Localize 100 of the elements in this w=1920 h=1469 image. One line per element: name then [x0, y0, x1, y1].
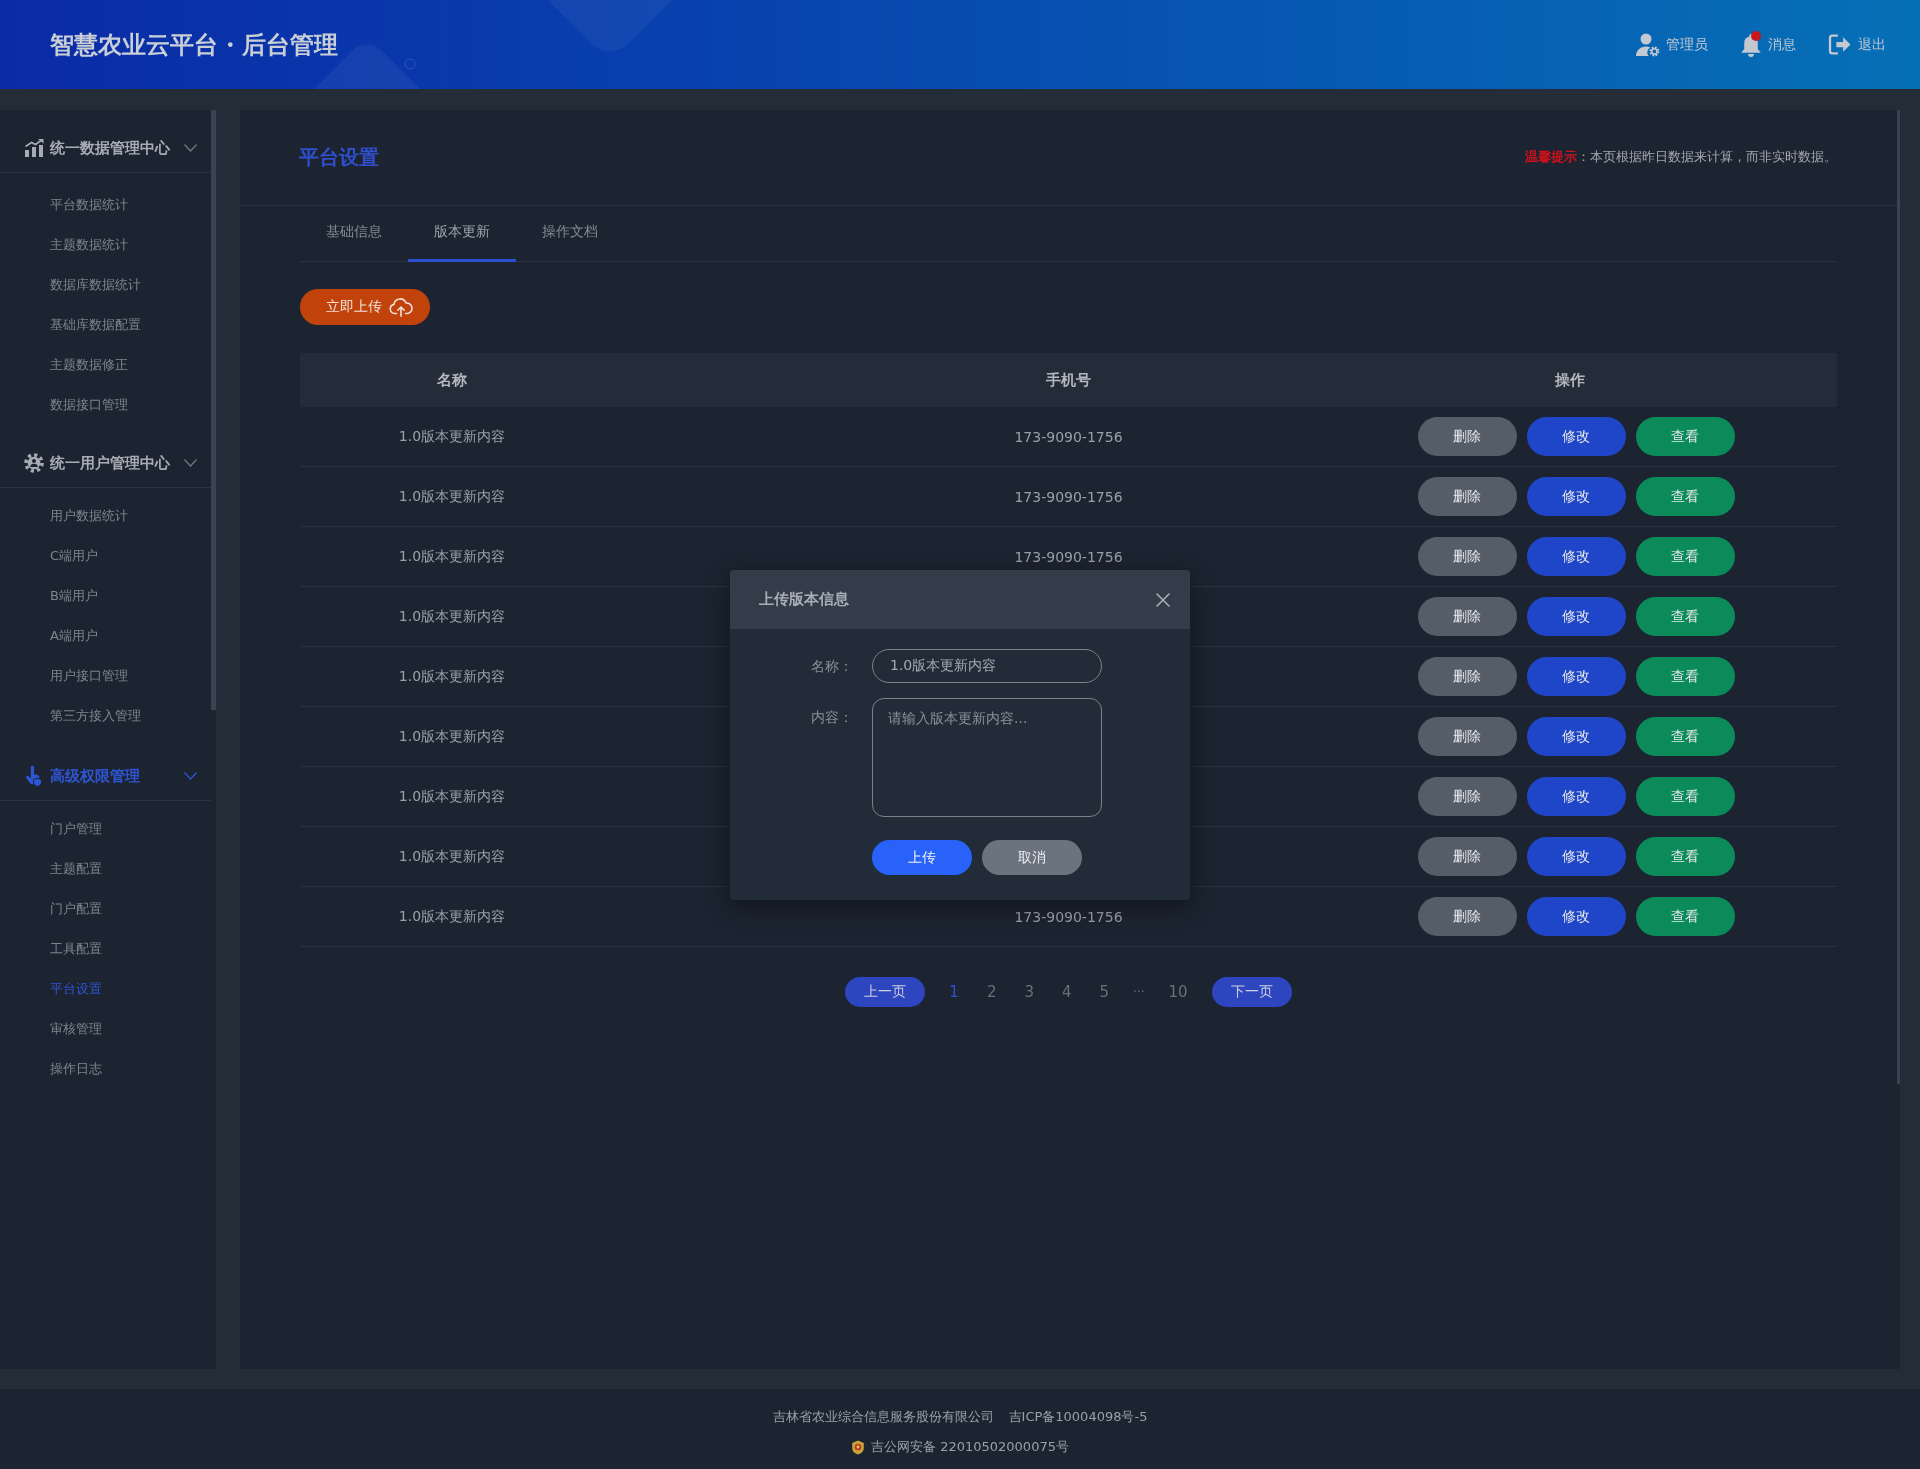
table-cell-text: 1.0版本更新内容: [397, 607, 507, 626]
user-gear-icon: [1636, 32, 1660, 57]
edit-button[interactable]: 修改: [1526, 537, 1626, 576]
tab[interactable]: 操作文档: [516, 206, 624, 262]
page-link[interactable]: 5: [1095, 983, 1114, 1001]
notice-text: 温馨提示：本页根据昨日数据来计算，而非实时数据。: [1525, 149, 1837, 166]
view-button[interactable]: 查看: [1635, 597, 1735, 636]
column-header: 操作: [1554, 370, 1586, 390]
page-link[interactable]: 1: [945, 983, 963, 1001]
column-header: 名称: [436, 370, 468, 390]
field-label: 内容：: [811, 708, 853, 727]
previous-page-button[interactable]: 上一页: [845, 977, 926, 1007]
column-header: 手机号: [1045, 370, 1092, 390]
sidebar-item[interactable]: 用户数据统计: [0, 496, 211, 536]
table-cell-text: 173-9090-1756: [1013, 908, 1124, 925]
page-link[interactable]: 10: [1164, 983, 1192, 1001]
view-button[interactable]: 查看: [1635, 477, 1735, 516]
sidebar-item[interactable]: 主题数据修正: [0, 345, 211, 385]
sidebar-item[interactable]: A端用户: [0, 616, 211, 656]
sidebar-item[interactable]: C端用户: [0, 536, 211, 576]
table-cell-text: 173-9090-1756: [1013, 548, 1124, 565]
close-button[interactable]: [1154, 590, 1172, 609]
view-button[interactable]: 查看: [1635, 417, 1735, 456]
chart-icon: [24, 139, 44, 157]
icp-record: 吉ICP备10004098号-5: [1008, 1408, 1148, 1426]
sidebar-item[interactable]: 主题配置: [0, 849, 211, 889]
next-page-button[interactable]: 下一页: [1211, 977, 1292, 1007]
sidebar-item[interactable]: 数据库数据统计: [0, 265, 211, 305]
delete-button[interactable]: 删除: [1417, 597, 1517, 636]
edit-button[interactable]: 修改: [1526, 717, 1626, 756]
table-cell-text: 1.0版本更新内容: [397, 487, 507, 506]
logout-icon: [1828, 34, 1852, 55]
view-button[interactable]: 查看: [1635, 657, 1735, 696]
pagination-ellipsis: ···: [1133, 985, 1145, 999]
sidebar-group[interactable]: 统一用户管理中心: [0, 439, 211, 488]
table-cell-text: 1.0版本更新内容: [397, 667, 507, 686]
cloud-upload-icon: [389, 297, 413, 317]
delete-button[interactable]: 删除: [1417, 537, 1517, 576]
police-record: 吉公网安备 22010502000075号: [871, 1438, 1069, 1456]
edit-button[interactable]: 修改: [1526, 657, 1626, 696]
edit-button[interactable]: 修改: [1526, 597, 1626, 636]
table-cell-text: 173-9090-1756: [1013, 488, 1124, 505]
edit-button[interactable]: 修改: [1526, 777, 1626, 816]
delete-button[interactable]: 删除: [1417, 657, 1517, 696]
page-title: 平台设置: [299, 144, 379, 171]
app-title: 智慧农业云平台・后台管理: [50, 29, 338, 61]
table-cell-text: 173-9090-1756: [1013, 428, 1124, 445]
tab[interactable]: 版本更新: [408, 206, 516, 262]
edit-button[interactable]: 修改: [1526, 897, 1626, 936]
sidebar-item[interactable]: 第三方接入管理: [0, 696, 211, 736]
emblem-icon: [851, 1439, 866, 1455]
sidebar-item[interactable]: 基础库数据配置: [0, 305, 211, 345]
delete-button[interactable]: 删除: [1417, 777, 1517, 816]
view-button[interactable]: 查看: [1635, 777, 1735, 816]
page-link[interactable]: 3: [1020, 983, 1038, 1001]
sidebar-item[interactable]: 审核管理: [0, 1009, 211, 1049]
pointer-hand-icon: [25, 765, 43, 787]
account-button[interactable]: 管理员: [1636, 32, 1708, 57]
sidebar-item[interactable]: 主题数据统计: [0, 225, 211, 265]
modal-title: 上传版本信息: [759, 590, 849, 609]
logout-button[interactable]: 退出: [1828, 34, 1886, 55]
view-button[interactable]: 查看: [1635, 837, 1735, 876]
page-link[interactable]: 2: [982, 983, 1001, 1001]
edit-button[interactable]: 修改: [1526, 417, 1626, 456]
gear-icon: [24, 453, 44, 473]
company-name: 吉林省农业综合信息服务股份有限公司: [772, 1408, 994, 1426]
view-button[interactable]: 查看: [1635, 537, 1735, 576]
close-icon: [1156, 592, 1170, 607]
messages-button[interactable]: 消息: [1740, 32, 1796, 57]
sidebar-item[interactable]: B端用户: [0, 576, 211, 616]
cancel-button[interactable]: 取消: [982, 840, 1082, 875]
sidebar-item[interactable]: 门户管理: [0, 809, 211, 849]
sidebar-item[interactable]: 操作日志: [0, 1049, 211, 1089]
sidebar-group[interactable]: 高级权限管理: [0, 752, 211, 801]
edit-button[interactable]: 修改: [1526, 837, 1626, 876]
sidebar-item[interactable]: 用户接口管理: [0, 656, 211, 696]
sidebar-item[interactable]: 工具配置: [0, 929, 211, 969]
view-button[interactable]: 查看: [1635, 897, 1735, 936]
name-input[interactable]: 1.0版本更新内容: [872, 649, 1102, 683]
delete-button[interactable]: 删除: [1417, 717, 1517, 756]
table-cell-text: 1.0版本更新内容: [397, 547, 507, 566]
delete-button[interactable]: 删除: [1417, 837, 1517, 876]
sidebar-item[interactable]: 平台设置: [0, 969, 211, 1009]
page-link[interactable]: 4: [1058, 983, 1076, 1001]
table-cell-text: 1.0版本更新内容: [397, 787, 507, 806]
sidebar-item[interactable]: 门户配置: [0, 889, 211, 929]
submit-button[interactable]: 上传: [872, 840, 972, 875]
table-cell-text: 1.0版本更新内容: [397, 427, 507, 446]
content-textarea[interactable]: 请输入版本更新内容...: [872, 698, 1102, 817]
delete-button[interactable]: 删除: [1417, 417, 1517, 456]
sidebar-item[interactable]: 数据接口管理: [0, 385, 211, 425]
upload-button[interactable]: 立即上传: [300, 289, 430, 325]
delete-button[interactable]: 删除: [1417, 897, 1517, 936]
tab[interactable]: 基础信息: [300, 206, 408, 262]
sidebar-item[interactable]: 平台数据统计: [0, 185, 211, 225]
view-button[interactable]: 查看: [1635, 717, 1735, 756]
table-cell-text: 1.0版本更新内容: [397, 727, 507, 746]
delete-button[interactable]: 删除: [1417, 477, 1517, 516]
edit-button[interactable]: 修改: [1526, 477, 1626, 516]
scrollbar-thumb[interactable]: [211, 110, 216, 710]
